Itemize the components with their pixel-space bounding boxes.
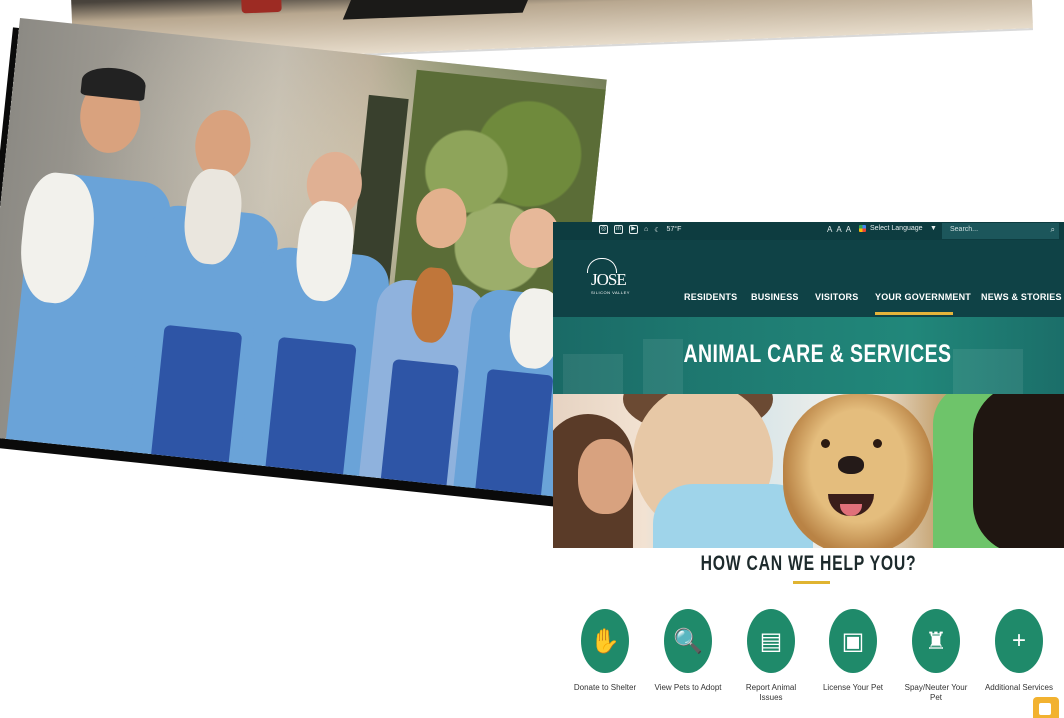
help-title-underline [793,581,830,584]
hand-icon[interactable]: ✋ [581,609,629,673]
photo-shadow-area [342,0,540,20]
volunteers-puppies-photo [0,18,607,498]
service-label[interactable]: License Your Pet [818,683,888,693]
search-placeholder: Search... [950,226,979,233]
nav-news-stories[interactable]: NEWS & STORIES [981,292,1062,302]
plus-icon[interactable]: + [995,609,1043,673]
chat-widget-button[interactable] [1033,697,1059,718]
main-navigation: JOSE SILICON VALLEY RESIDENTS BUSINESS V… [553,240,1064,317]
search-icon[interactable]: ⌕ [1051,225,1055,235]
chat-icon [1039,703,1051,715]
google-translate-icon [859,225,866,232]
license-icon[interactable]: ▣ [829,609,877,673]
instagram-icon[interactable]: ◎ [599,225,608,234]
page-title: ANIMAL CARE & SERVICES [683,340,952,368]
service-view-pets-to-adopt[interactable]: 🔍 View Pets to Adopt [653,609,723,693]
service-label[interactable]: Report Animal Issues [736,683,806,703]
font-size-large-button[interactable]: A [846,225,851,234]
service-report-animal-issues[interactable]: ▤ Report Animal Issues [736,609,806,703]
service-label[interactable]: Donate to Shelter [570,683,640,693]
moon-icon: ☾ [654,226,661,234]
font-size-controls: A A A [827,225,851,234]
page-banner: ANIMAL CARE & SERVICES [553,317,1064,394]
help-section-title: HOW CAN WE HELP YOU? [700,552,917,575]
magnifier-icon[interactable]: 🔍 [664,609,712,673]
hero-image [553,394,1064,548]
active-nav-indicator [875,312,953,315]
nav-visitors[interactable]: VISITORS [815,292,858,302]
social-links: ◎ in ▶ ⌂ ☾ 57°F [599,225,681,234]
nav-your-government[interactable]: YOUR GOVERNMENT [875,292,971,302]
youtube-icon[interactable]: ▶ [629,225,638,234]
service-license-your-pet[interactable]: ▣ License Your Pet [818,609,888,693]
clinic-icon[interactable]: ♜ [912,609,960,673]
language-select[interactable]: Select Language [859,225,923,232]
service-label[interactable]: Spay/Neuter Your Pet [901,683,971,703]
logo-wordmark: JOSE [591,270,627,289]
language-select-label: Select Language [870,225,923,232]
service-spay-neuter-your-pet[interactable]: ♜ Spay/Neuter Your Pet [901,609,971,703]
service-additional-services[interactable]: + Additional Services [984,609,1054,693]
service-label[interactable]: View Pets to Adopt [653,683,723,693]
nav-residents[interactable]: RESIDENTS [684,292,737,302]
linkedin-icon[interactable]: in [614,225,623,234]
service-label[interactable]: Additional Services [984,683,1054,693]
chevron-down-icon[interactable]: ▼ [930,225,937,232]
weather-temperature: 57°F [666,226,682,233]
photo-red-object [240,0,282,14]
font-size-small-button[interactable]: A [827,225,832,234]
report-icon[interactable]: ▤ [747,609,795,673]
city-logo[interactable]: JOSE SILICON VALLEY [587,258,630,295]
nav-business[interactable]: BUSINESS [751,292,799,302]
city-website-screenshot: ◎ in ▶ ⌂ ☾ 57°F A A A Select Language ▼ … [553,222,1064,718]
home-icon[interactable]: ⌂ [644,226,648,233]
logo-tagline: SILICON VALLEY [591,290,630,295]
utility-bar: ◎ in ▶ ⌂ ☾ 57°F A A A Select Language ▼ … [553,222,1064,240]
font-size-medium-button[interactable]: A [836,225,841,234]
service-donate-to-shelter[interactable]: ✋ Donate to Shelter [570,609,640,693]
search-input[interactable]: Search... ⌕ [942,223,1059,239]
